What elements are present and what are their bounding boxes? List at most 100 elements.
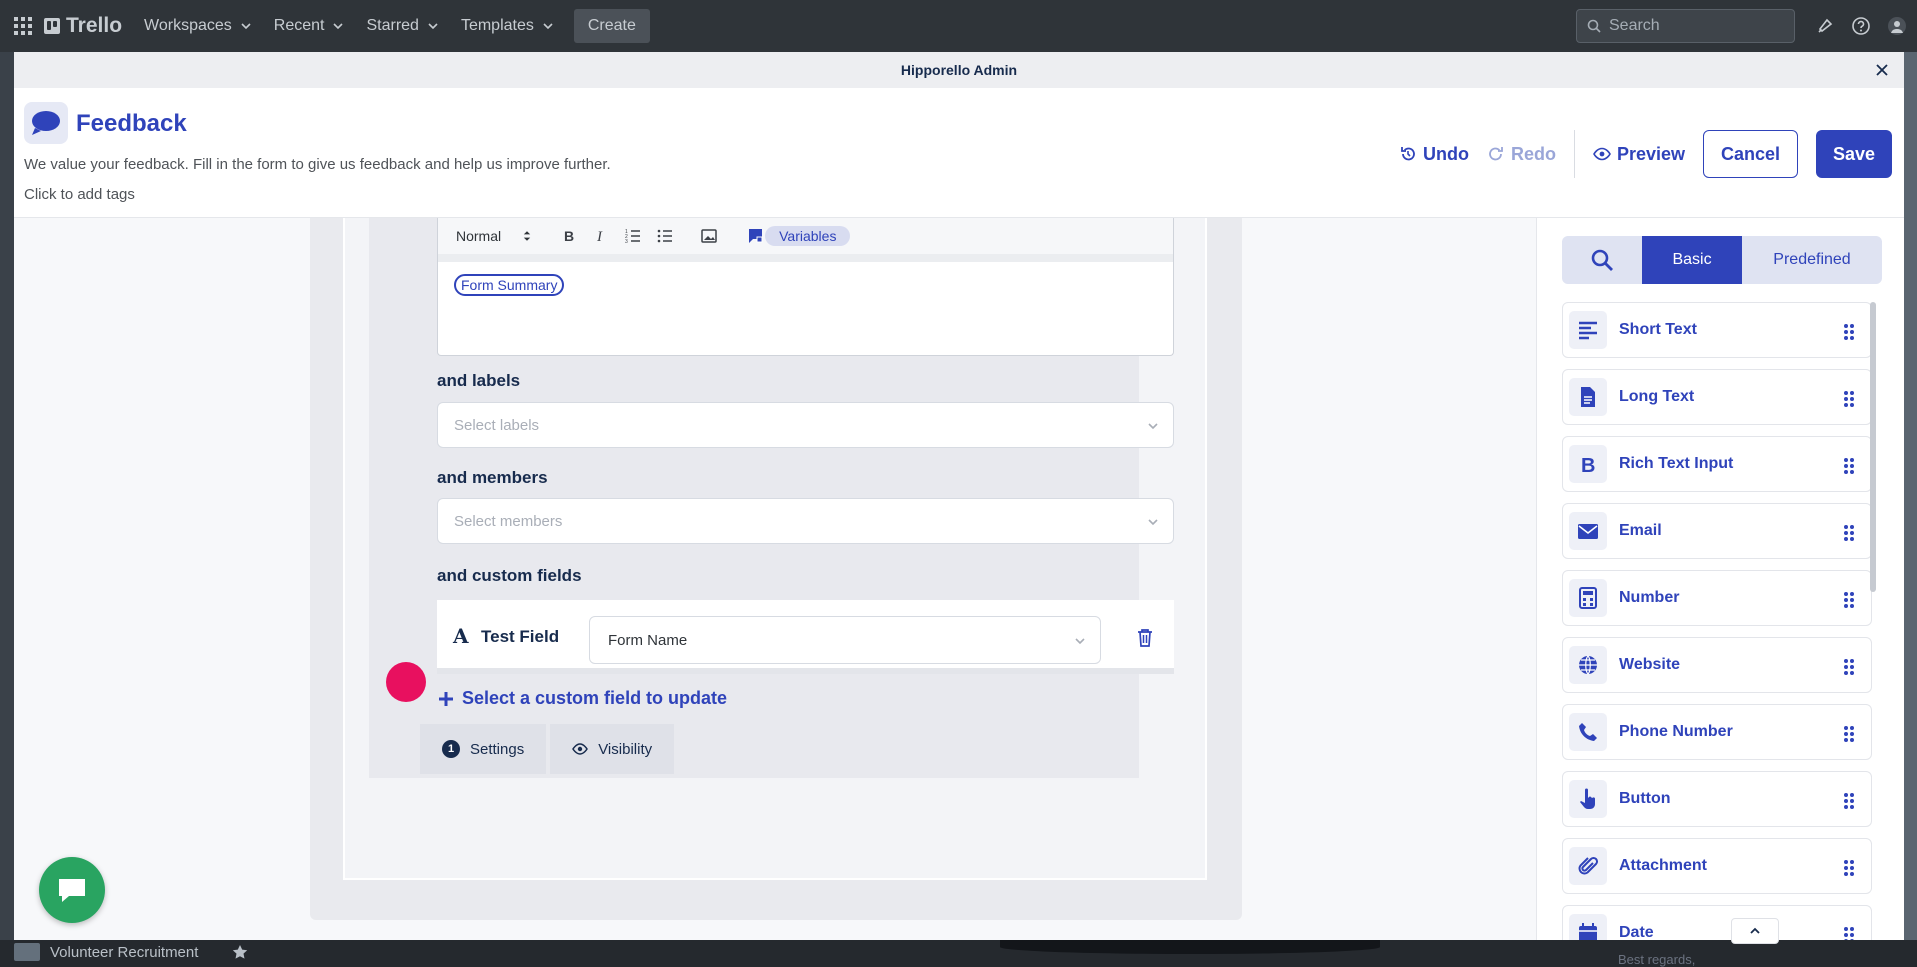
nav-templates[interactable]: Templates [451,10,564,42]
drag-handle-icon[interactable] [1843,591,1855,609]
form-title[interactable]: Feedback [76,110,187,138]
scroll-to-top-button[interactable] [1731,918,1779,944]
help-icon[interactable] [1851,16,1871,36]
drag-handle-icon[interactable] [1843,658,1855,676]
drag-handle-icon[interactable] [1843,792,1855,810]
notification-icon[interactable] [1815,16,1835,36]
preview-button[interactable]: Preview [1593,144,1685,165]
field-item-label: Date [1619,924,1654,940]
field-item-label: Rich Text Input [1619,455,1734,472]
trello-header: Trello Workspaces Recent Starred Templat… [0,0,1917,52]
panel-tabs: 1 Settings Visibility [420,724,675,774]
search-icon [1587,19,1601,33]
tab-predefined[interactable]: Predefined [1742,236,1882,284]
tab-settings[interactable]: 1 Settings [420,724,547,774]
board-shadow [1000,940,1380,954]
form-builder-body: Normal B I 123 Variables Form Summary an… [14,218,1904,940]
close-icon[interactable] [1874,62,1890,78]
phone-icon [1569,713,1607,751]
best-regards-text: Best regards, [1618,952,1696,967]
drag-handle-icon[interactable] [1843,323,1855,341]
drag-handle-icon[interactable] [1843,859,1855,877]
image-icon[interactable] [701,228,717,244]
field-item-long-text[interactable]: Long Text [1562,369,1872,425]
field-item-short-text[interactable]: Short Text [1562,302,1872,358]
header-icons [1815,0,1917,52]
field-item-phone-number[interactable]: Phone Number [1562,704,1872,760]
italic-icon[interactable]: I [593,228,609,244]
field-item-website[interactable]: Website [1562,637,1872,693]
field-item-email[interactable]: Email [1562,503,1872,559]
top-nav: Workspaces Recent Starred Templates Crea… [134,9,650,43]
field-item-attachment[interactable]: Attachment [1562,838,1872,894]
variable-icon[interactable] [747,228,763,244]
avatar[interactable] [1887,16,1907,36]
field-item-label: Phone Number [1619,723,1733,740]
form-description[interactable]: We value your feedback. Fill in the form… [24,156,611,173]
nav-recent[interactable]: Recent [264,10,355,42]
variables-button[interactable]: Variables [765,226,851,246]
sidebar-scrollbar[interactable] [1870,302,1876,592]
modal-title: Hipporello Admin [900,62,1018,78]
save-button[interactable]: Save [1816,130,1892,178]
members-select[interactable]: Select members [437,498,1174,544]
chat-icon [59,879,85,902]
trash-icon[interactable] [1136,628,1154,648]
drag-handle-icon[interactable] [1843,524,1855,542]
hand-pointer-icon [1569,780,1607,818]
tab-basic[interactable]: Basic [1642,236,1742,284]
chevron-down-icon [241,23,251,30]
field-item-label: Button [1619,790,1671,807]
nav-workspaces[interactable]: Workspaces [134,10,262,42]
field-item-rich-text[interactable]: B Rich Text Input [1562,436,1872,492]
star-icon[interactable] [232,944,248,960]
bullet-list-icon[interactable] [657,228,673,244]
custom-fields-heading: and custom fields [437,566,582,585]
sort-icon [523,231,531,241]
redo-button[interactable]: Redo [1487,144,1556,165]
tab-visibility[interactable]: Visibility [550,724,675,774]
field-item-button[interactable]: Button [1562,771,1872,827]
board-item-volunteer[interactable]: Volunteer Recruitment [14,940,248,964]
bold-icon[interactable]: B [561,228,577,244]
field-item-date[interactable]: Date [1562,905,1872,940]
form-header: Feedback We value your feedback. Fill in… [14,88,1904,218]
add-tags-link[interactable]: Click to add tags [24,186,135,203]
format-select[interactable]: Normal [456,228,531,244]
trello-logo[interactable]: Trello [44,14,122,38]
cancel-button[interactable]: Cancel [1703,130,1798,178]
palette-tabs: Basic Predefined [1562,236,1882,284]
custom-field-value-select[interactable]: Form Name [589,616,1101,664]
add-custom-field-link[interactable]: Select a custom field to update [438,688,727,709]
chevron-down-icon [333,23,344,30]
app-switcher-icon[interactable] [14,17,32,35]
field-item-number[interactable]: Number [1562,570,1872,626]
field-item-label: Attachment [1619,857,1708,874]
drag-handle-icon[interactable] [1843,926,1855,940]
drag-handle-icon[interactable] [1843,725,1855,743]
nav-starred[interactable]: Starred [356,10,448,42]
settings-count-badge: 1 [442,740,460,758]
speech-bubble-icon [32,111,60,135]
svg-text:B: B [564,228,574,244]
search-input[interactable]: Search [1576,9,1795,43]
field-palette-sidebar: Basic Predefined Short Text Long Text B … [1536,218,1904,940]
calendar-icon [1569,914,1607,940]
field-item-label: Email [1619,522,1662,539]
field-item-label: Long Text [1619,388,1695,405]
undo-button[interactable]: Undo [1399,144,1469,165]
form-summary-variable-chip[interactable]: Form Summary [454,274,565,296]
labels-select[interactable]: Select labels [437,402,1174,448]
chat-support-button[interactable] [39,857,105,923]
palette-search-button[interactable] [1562,236,1642,284]
drag-handle-icon[interactable] [1843,390,1855,408]
ordered-list-icon[interactable]: 123 [625,228,641,244]
admin-modal: Hipporello Admin Feedback We value your … [14,52,1904,940]
rich-text-editor[interactable]: Normal B I 123 Variables Form Summary [437,218,1174,356]
create-button[interactable]: Create [573,9,650,43]
board-background [0,52,14,940]
drag-handle-icon[interactable] [1843,457,1855,475]
plus-icon [439,691,453,706]
editor-toolbar: Normal B I 123 Variables [438,218,1173,262]
text-field-icon: A [453,624,469,648]
